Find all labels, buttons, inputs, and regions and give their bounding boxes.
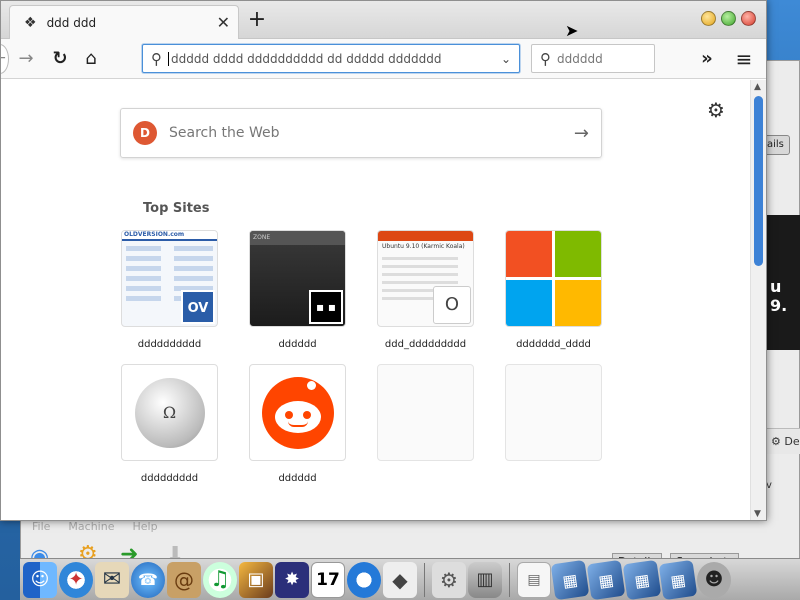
background-list-item-label: De xyxy=(784,435,800,448)
new-tab-page: ⚙ D Search the Web → Top Sites OLDVERSIO… xyxy=(1,80,750,520)
virtualbox-icon[interactable]: ▦ xyxy=(550,559,590,600)
new-tab-button[interactable]: + xyxy=(245,7,269,33)
background-menu-machine[interactable]: Machine xyxy=(68,520,114,534)
window-close-button[interactable] xyxy=(741,11,756,26)
ical-icon[interactable]: 17 xyxy=(311,561,345,598)
site-label: dddddd xyxy=(278,473,317,484)
site-label: ddd_ddddddddd xyxy=(384,339,467,350)
dock: ☺ ✦ ✉ ☎ @ ♫ ▣ ✸ 17 Q ◆ ⚙ ▥ ▤ ▦ ▦ ▦ ▦ ☻ xyxy=(20,558,800,600)
virtualbox-icon[interactable]: ▦ xyxy=(658,559,698,600)
top-site-tile[interactable]: ddddddd_dddd xyxy=(505,230,602,350)
iphoto-icon[interactable]: ▣ xyxy=(239,561,273,598)
site-label: ddddddd_dddd xyxy=(516,339,591,350)
apple-icon[interactable]: ◆ xyxy=(383,561,417,598)
top-site-tile[interactable]: ZONE ▪ ▪ dddddd xyxy=(249,230,346,350)
search-icon: ⚲ xyxy=(151,49,162,68)
gear-icon[interactable]: ⚙ xyxy=(707,98,725,122)
back-button[interactable]: ← xyxy=(1,44,9,74)
tab-new-tab[interactable]: ❖ ddd ddd ✕ xyxy=(9,5,239,39)
empty-thumbnail[interactable] xyxy=(505,364,602,461)
reddit-logo-icon xyxy=(261,376,334,449)
thumbnail-title: Ubuntu 9.10 (Karmic Koala) xyxy=(382,243,465,250)
top-site-tile[interactable]: OLDVERSION.com OV dddddddddd xyxy=(121,230,218,350)
navigation-toolbar: ← → ↻ ⌂ ⚲ ddddd dddd dddddddddd dd ddddd… xyxy=(1,39,766,79)
zone-logo-icon: ▪ ▪ xyxy=(309,290,343,324)
vertical-scrollbar[interactable]: ▲ ▼ xyxy=(750,80,766,520)
quicktime-icon[interactable]: Q xyxy=(347,561,381,598)
web-search-input[interactable]: Search the Web xyxy=(169,125,574,141)
site-label: dddddddddd xyxy=(137,339,202,350)
arrow-right-icon[interactable]: → xyxy=(574,123,589,144)
dock-separator xyxy=(509,562,510,597)
thumbnail-header: ZONE xyxy=(250,231,345,245)
gear-icon: ⚙ xyxy=(771,435,781,448)
address-book-icon[interactable]: @ xyxy=(167,561,201,598)
mail-icon[interactable]: ✉ xyxy=(95,561,129,598)
overflow-menu-button[interactable]: » xyxy=(694,46,720,72)
empty-site-tile[interactable] xyxy=(505,364,602,473)
maximize-button[interactable] xyxy=(721,11,736,26)
background-list-item[interactable]: ⚙ De xyxy=(766,428,800,454)
web-search-box[interactable]: D Search the Web → xyxy=(120,108,602,158)
search-icon: ⚲ xyxy=(540,49,551,68)
title-bar: ❖ ddd ddd ✕ + ➤ xyxy=(1,1,766,40)
ubuntu-logo-icon: O xyxy=(433,286,471,324)
document-icon[interactable]: ▤ xyxy=(517,561,551,598)
site-thumbnail[interactable]: Ubuntu 9.10 (Karmic Koala) O xyxy=(377,230,474,327)
trash-icon[interactable]: ▥ xyxy=(468,561,502,598)
site-label: dddddd xyxy=(278,339,317,350)
url-bar[interactable]: ⚲ ddddd dddd dddddddddd dd ddddd ddddddd… xyxy=(142,44,520,73)
virtualbox-icon[interactable]: ▦ xyxy=(586,559,626,600)
site-label: ddddddddd xyxy=(140,473,199,484)
window-controls xyxy=(701,11,756,26)
background-details-button[interactable]: ails xyxy=(764,135,790,155)
system-preferences-icon[interactable]: ⚙ xyxy=(432,561,466,598)
empty-site-tile[interactable] xyxy=(377,364,474,473)
site-thumbnail[interactable]: Ω xyxy=(121,364,218,461)
chevron-down-icon[interactable]: ⌄ xyxy=(501,52,511,66)
firefox-window: ❖ ddd ddd ✕ + ➤ ← → ↻ ⌂ ⚲ ddddd dddd ddd… xyxy=(0,0,767,521)
top-site-tile[interactable]: dddddd xyxy=(249,364,346,484)
virtualbox-icon[interactable]: ▦ xyxy=(622,559,662,600)
minimize-button[interactable] xyxy=(701,11,716,26)
reload-button[interactable]: ↻ xyxy=(47,46,73,72)
microsoft-logo-icon[interactable] xyxy=(505,230,602,327)
home-button[interactable]: ⌂ xyxy=(78,46,104,72)
tab-title: ddd ddd xyxy=(46,15,97,30)
top-site-tile[interactable]: Ubuntu 9.10 (Karmic Koala) O ddd_ddddddd… xyxy=(377,230,474,350)
oldversion-logo-icon: OV xyxy=(181,290,215,324)
background-preview-panel: u 9. xyxy=(766,215,800,350)
dock-separator xyxy=(424,562,425,597)
scroll-down-icon[interactable]: ▼ xyxy=(754,509,761,519)
top-sites-heading: Top Sites xyxy=(143,201,210,216)
safari-icon[interactable]: ✦ xyxy=(59,561,93,598)
finder-icon[interactable]: ☺ xyxy=(23,561,57,598)
site-thumbnail[interactable]: ZONE ▪ ▪ xyxy=(249,230,346,327)
top-site-tile[interactable]: Ω ddddddddd xyxy=(121,364,218,484)
thumbnail-header: OLDVERSION.com xyxy=(122,231,217,241)
raccoon-icon[interactable]: ☻ xyxy=(697,561,731,598)
favicon-icon: ❖ xyxy=(24,14,37,31)
background-menu-file[interactable]: File xyxy=(32,520,50,534)
scroll-up-icon[interactable]: ▲ xyxy=(754,82,761,92)
mouse-cursor-icon: ➤ xyxy=(565,21,579,40)
search-input[interactable]: dddddd xyxy=(557,52,603,66)
scroll-thumb[interactable] xyxy=(754,96,763,266)
search-bar[interactable]: ⚲ dddddd xyxy=(531,44,655,73)
url-input[interactable]: ddddd dddd dddddddddd dd ddddd ddddddd xyxy=(168,51,501,66)
forward-button[interactable]: → xyxy=(13,46,39,72)
site-thumbnail[interactable] xyxy=(249,364,346,461)
wikipedia-globe-icon: Ω xyxy=(134,377,205,448)
empty-thumbnail[interactable] xyxy=(377,364,474,461)
imovie-icon[interactable]: ✸ xyxy=(275,561,309,598)
ichat-icon[interactable]: ☎ xyxy=(131,561,165,598)
site-thumbnail[interactable]: OLDVERSION.com OV xyxy=(121,230,218,327)
duckduckgo-icon: D xyxy=(133,121,157,145)
background-menu-help[interactable]: Help xyxy=(132,520,157,534)
close-icon[interactable]: ✕ xyxy=(217,13,230,32)
itunes-icon[interactable]: ♫ xyxy=(203,561,237,598)
hamburger-menu-button[interactable]: ≡ xyxy=(731,46,757,72)
